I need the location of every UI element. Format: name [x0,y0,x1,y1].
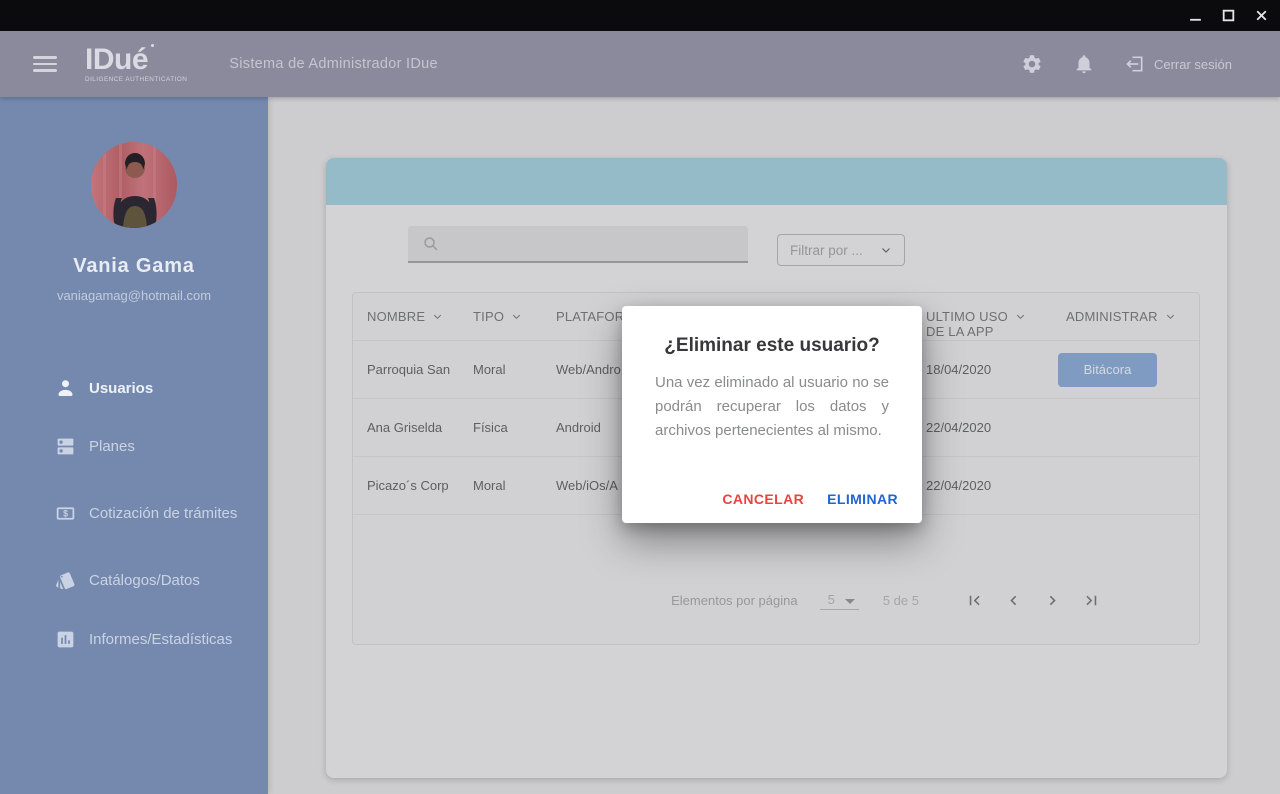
page-title: Sistema de Administrador IDue [229,56,438,72]
paginator: Elementos por página 5 5 de 5 [671,591,1101,610]
page-range: 5 de 5 [883,593,919,608]
card-header-band [326,158,1227,205]
page-size-value: 5 [828,592,835,607]
settings-icon[interactable] [1021,53,1043,75]
sort-chevron-icon [1165,311,1176,322]
app-header: IDué DILIGENCE AUTHENTICATION Sistema de… [0,31,1280,97]
column-header-nombre[interactable]: NOMBRE [367,293,473,340]
logout-label: Cerrar sesión [1154,57,1232,72]
dialog-body-text: Una vez eliminado al usuario no se podrá… [655,371,889,443]
delete-confirm-dialog: ¿Eliminar este usuario? Una vez eliminad… [622,306,922,523]
stats-icon [55,629,76,650]
menu-icon[interactable] [33,56,57,72]
user-name: Vania Gama [0,255,268,278]
maximize-icon[interactable] [1221,8,1236,23]
prev-page-icon[interactable] [1004,591,1023,610]
sort-chevron-icon [1015,311,1026,322]
page-size-select[interactable]: 5 [820,592,859,610]
logout-icon [1125,54,1145,74]
cell-ultimo-uso: 18/04/2020 [926,362,1066,377]
quote-icon: $ [55,503,76,524]
svg-text:$: $ [63,508,68,518]
search-icon [422,235,440,253]
filter-label: Filtrar por ... [790,243,863,258]
window-titlebar [0,0,1280,31]
avatar [91,142,177,228]
cell-tipo: Moral [473,362,556,377]
sidebar-item-informes[interactable]: Informes/Estadísticas [0,609,268,669]
chevron-down-icon [880,244,892,256]
sidebar: Vania Gama vaniagamag@hotmail.com Usuari… [0,97,268,794]
user-email: vaniagamag@hotmail.com [0,288,268,303]
sort-chevron-icon [432,311,443,322]
notifications-icon[interactable] [1073,53,1095,75]
sidebar-item-catalogos[interactable]: Catálogos/Datos [0,551,268,609]
sidebar-nav: Usuarios Planes $ Cotización de trámites… [0,359,268,669]
sidebar-item-label: Informes/Estadísticas [89,630,256,649]
next-page-icon[interactable] [1043,591,1062,610]
plans-icon [55,436,76,457]
logo-text: IDué [85,45,148,75]
cell-nombre: Ana Griselda [367,420,473,435]
person-icon [55,378,76,399]
cell-nombre: Parroquia San [367,362,473,377]
confirm-delete-button[interactable]: ELIMINAR [827,491,898,507]
last-page-icon[interactable] [1082,591,1101,610]
sidebar-item-usuarios[interactable]: Usuarios [0,359,268,417]
close-icon[interactable] [1254,8,1269,23]
sidebar-item-label: Usuarios [89,379,177,398]
cell-tipo: Física [473,420,556,435]
filter-dropdown[interactable]: Filtrar por ... [777,234,905,266]
app-logo: IDué DILIGENCE AUTHENTICATION [85,45,187,83]
column-header-tipo[interactable]: TIPO [473,293,556,340]
sidebar-item-planes[interactable]: Planes [0,417,268,475]
logo-subtext: DILIGENCE AUTHENTICATION [85,77,187,83]
sidebar-item-cotizacion[interactable]: $ Cotización de trámites [0,475,268,551]
search-box [408,226,748,263]
column-header-administrar[interactable]: ADMINISTRAR [1066,293,1199,340]
minimize-icon[interactable] [1188,8,1203,23]
first-page-icon[interactable] [965,591,984,610]
cancel-button[interactable]: CANCELAR [722,491,804,507]
cell-nombre: Picazo´s Corp [367,478,473,493]
cell-tipo: Moral [473,478,556,493]
column-header-ultimo-uso[interactable]: ULTIMO USO DE LA APP [926,293,1066,340]
paginator-label: Elementos por página [671,593,797,608]
sidebar-item-label: Cotización de trámites [89,504,261,523]
sidebar-item-label: Catálogos/Datos [89,571,224,590]
bitacora-button[interactable]: Bitácora [1058,353,1157,387]
search-input[interactable] [450,226,748,261]
sort-chevron-icon [511,311,522,322]
cell-ultimo-uso: 22/04/2020 [926,420,1066,435]
select-caret-icon [845,599,855,604]
logout-button[interactable]: Cerrar sesión [1125,54,1232,74]
sidebar-item-label: Planes [89,437,159,456]
catalog-icon [55,570,76,591]
dialog-title: ¿Eliminar este usuario? [622,335,922,357]
cell-ultimo-uso: 22/04/2020 [926,478,1066,493]
